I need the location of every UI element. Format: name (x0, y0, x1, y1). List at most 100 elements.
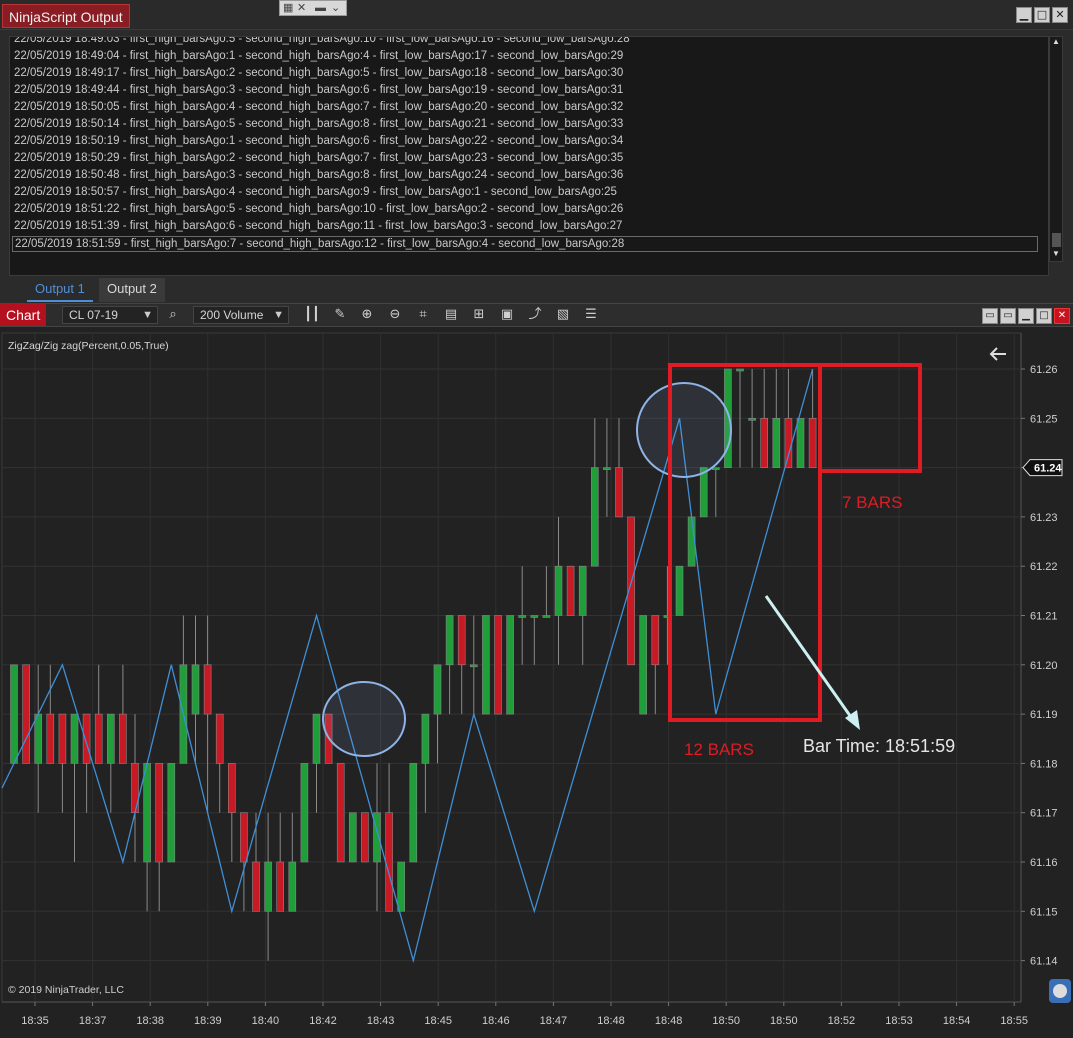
scroll-icon[interactable] (1053, 984, 1067, 998)
log-line[interactable]: 22/05/2019 18:51:39 - first_high_barsAgo… (14, 219, 622, 233)
time-tick-label: 18:37 (79, 1015, 107, 1027)
candle-body (264, 861, 272, 912)
price-tick-label: 61.26 (1030, 364, 1058, 376)
tile-icon[interactable]: ▭ (982, 308, 998, 324)
candle-body (228, 763, 236, 813)
scroll-thumb[interactable] (1052, 233, 1061, 247)
strategies-icon[interactable]: ▣ (498, 306, 516, 324)
chevron-down-icon: ▼ (142, 309, 153, 321)
candle-body (70, 713, 79, 764)
log-line[interactable]: 22/05/2019 18:49:03 - first_high_barsAgo… (14, 37, 630, 46)
candle-body (421, 713, 430, 764)
candle-body (675, 565, 684, 616)
candle-body (651, 615, 660, 666)
instrument-select[interactable]: CL 07-19 ▼ (62, 306, 158, 324)
price-chart[interactable]: 61.26 61.25 61.24 61.23 61.22 61.21 61.20 61.19… (0, 327, 1073, 1038)
candle-body (143, 763, 151, 863)
maximize-icon[interactable]: □ (1034, 7, 1050, 23)
chevron-down-icon[interactable]: ⌄ (331, 2, 340, 15)
bar-time-label: Bar Time: 18:51:59 (803, 736, 955, 756)
output-window-title[interactable]: NinjaScript Output (2, 4, 130, 28)
app-root: NinjaScript Output ▦ ✕ ▬ ⌄ ▁ □ ✕ 22/05/2… (0, 0, 1073, 1038)
candle-body (215, 713, 224, 764)
search-icon[interactable]: ⌕ (164, 306, 182, 324)
log-line[interactable]: 22/05/2019 18:50:05 - first_high_barsAgo… (14, 100, 623, 114)
candle-body (748, 418, 756, 421)
candle-body (808, 418, 817, 468)
candle-body (300, 763, 309, 863)
pencil-icon[interactable]: ✎ (331, 306, 349, 324)
candle-body (736, 368, 744, 372)
zoom-out-icon[interactable]: ⊖ (386, 306, 404, 324)
minimize-icon[interactable]: ▁ (1016, 7, 1032, 23)
price-tick-label: 61.21 (1030, 611, 1058, 623)
time-tick-label: 18:47 (540, 1015, 568, 1027)
output-window-controls: ▁ □ ✕ (1016, 7, 1068, 23)
minimize-icon[interactable]: ▁ (1018, 308, 1034, 324)
drawing-tools-icon[interactable]: ⤴ (526, 306, 544, 324)
grid-icon[interactable]: ▦ (283, 2, 293, 15)
log-line[interactable]: 22/05/2019 18:50:19 - first_high_barsAgo… (14, 134, 623, 148)
candle-body (203, 664, 212, 715)
time-tick-label: 18:42 (309, 1015, 337, 1027)
scroll-up-icon[interactable]: ▲ (1052, 37, 1060, 46)
floating-control[interactable]: ▦ ✕ ▬ ⌄ (279, 0, 347, 16)
swing-high-circle (636, 382, 732, 478)
collapse-icon[interactable]: ✕ (297, 2, 306, 15)
time-tick-label: 18:53 (885, 1015, 913, 1027)
minus-icon[interactable]: ▬ (315, 2, 326, 15)
close-icon[interactable]: ✕ (1054, 308, 1070, 324)
time-tick-label: 18:46 (482, 1015, 510, 1027)
data-box-icon[interactable]: ▤ (442, 306, 460, 324)
chart-panel[interactable]: 61.26 61.25 61.24 61.23 61.22 61.21 61.20 61.19… (0, 327, 1073, 1038)
crosshair-icon[interactable]: ⌗ (414, 306, 432, 324)
list-icon[interactable]: ☰ (582, 306, 600, 324)
close-icon[interactable]: ✕ (1052, 7, 1068, 23)
candle-body (167, 763, 176, 863)
properties-icon[interactable]: ▧ (554, 306, 572, 324)
candle-body (361, 812, 369, 863)
chart-window-title[interactable]: Chart (0, 304, 47, 326)
bar-style-icon[interactable]: ┃┃ (303, 306, 321, 324)
log-line[interactable]: 22/05/2019 18:49:17 - first_high_barsAgo… (14, 66, 623, 80)
instrument-value: CL 07-19 (69, 308, 118, 322)
log-line[interactable]: 22/05/2019 18:51:59 - first_high_barsAgo… (12, 236, 1038, 252)
candle-body (639, 615, 648, 715)
log-line[interactable]: 22/05/2019 18:49:44 - first_high_barsAgo… (14, 83, 623, 97)
candle-body (22, 664, 30, 764)
chevron-down-icon: ▼ (273, 309, 284, 321)
log-line[interactable]: 22/05/2019 18:51:22 - first_high_barsAgo… (14, 202, 623, 216)
candle-body (312, 713, 321, 764)
tile-icon[interactable]: ▭ (1000, 308, 1016, 324)
output-log[interactable]: 22/05/2019 18:49:03 - first_high_barsAgo… (9, 36, 1049, 276)
candle-body (252, 861, 260, 912)
time-tick-label: 18:38 (136, 1015, 164, 1027)
maximize-icon[interactable]: □ (1036, 308, 1052, 324)
log-line[interactable]: 22/05/2019 18:50:57 - first_high_barsAgo… (14, 185, 617, 199)
time-tick-label: 18:52 (828, 1015, 856, 1027)
output-scrollbar[interactable]: ▲ ▼ (1049, 36, 1063, 262)
candle-body (554, 565, 563, 616)
zoom-in-icon[interactable]: ⊕ (358, 306, 376, 324)
candle-body (578, 565, 587, 616)
candle-body (276, 861, 285, 912)
bar-type-select[interactable]: 200 Volume ▼ (193, 306, 289, 324)
candle-body (506, 615, 514, 715)
log-line[interactable]: 22/05/2019 18:49:04 - first_high_barsAgo… (14, 49, 623, 63)
price-tick-label: 61.20 (1030, 660, 1058, 672)
candle-body (10, 664, 18, 764)
log-line[interactable]: 22/05/2019 18:50:14 - first_high_barsAgo… (14, 117, 623, 131)
tab-output-2[interactable]: Output 2 (99, 278, 165, 302)
scroll-down-icon[interactable]: ▼ (1052, 249, 1060, 258)
log-line[interactable]: 22/05/2019 18:50:29 - first_high_barsAgo… (14, 151, 623, 165)
log-line[interactable]: 22/05/2019 18:50:48 - first_high_barsAgo… (14, 168, 623, 182)
candle-body (590, 467, 599, 567)
chart-toolbar: Chart CL 07-19 ▼ ⌕ 200 Volume ▼ ┃┃ ✎ ⊕ ⊖… (0, 303, 1073, 327)
candle-body (784, 418, 793, 468)
candle-body (603, 467, 611, 470)
tab-output-1[interactable]: Output 1 (27, 278, 93, 302)
price-tick-label: 61.16 (1030, 857, 1058, 869)
candle-body (699, 467, 708, 518)
indicators-icon[interactable]: ⊞ (470, 306, 488, 324)
time-tick-label: 18:48 (597, 1015, 625, 1027)
